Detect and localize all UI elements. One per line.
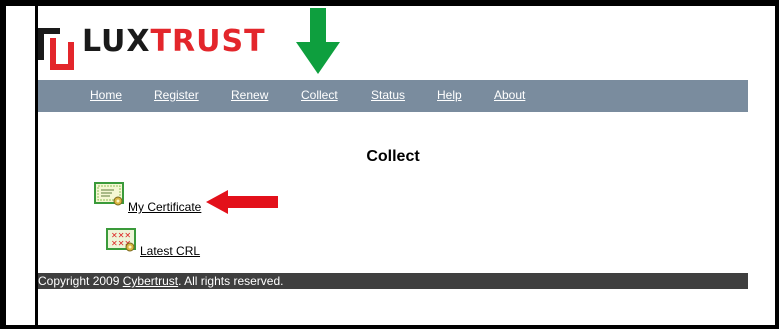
luxtrust-logo[interactable]: LUXTRUST: [38, 24, 265, 76]
nav-about[interactable]: About: [494, 88, 525, 102]
luxtrust-wordmark: LUXTRUST: [82, 24, 266, 60]
footer-prefix: Copyright 2009: [38, 274, 123, 288]
nav-register[interactable]: Register: [154, 88, 199, 102]
red-left-arrow-icon: [206, 190, 278, 214]
footer-copyright: Copyright 2009 Cybertrust. All rights re…: [38, 273, 283, 289]
luxtrust-logo-mark-icon: [38, 28, 74, 70]
logo-text-lux: LUX: [82, 24, 151, 59]
logo-text-trust: TRUST: [150, 24, 266, 59]
green-down-arrow-icon: [296, 8, 340, 74]
main-nav: Home Register Renew Collect Status Help …: [38, 80, 748, 112]
nav-home[interactable]: Home: [90, 88, 122, 102]
nav-help[interactable]: Help: [437, 88, 462, 102]
nav-renew[interactable]: Renew: [231, 88, 268, 102]
footer-bar: Copyright 2009 Cybertrust. All rights re…: [38, 273, 748, 289]
page-title: Collect: [366, 148, 420, 165]
crl-icon[interactable]: ✕✕✕ ✕✕✕: [106, 228, 138, 254]
nav-status[interactable]: Status: [371, 88, 405, 102]
footer-suffix: . All rights reserved.: [178, 274, 284, 288]
nav-collect[interactable]: Collect: [301, 88, 338, 102]
latest-crl-link[interactable]: Latest CRL: [140, 244, 200, 258]
certificate-icon[interactable]: [94, 182, 126, 208]
my-certificate-link[interactable]: My Certificate: [128, 200, 201, 214]
footer-cybertrust-link[interactable]: Cybertrust: [123, 274, 178, 288]
